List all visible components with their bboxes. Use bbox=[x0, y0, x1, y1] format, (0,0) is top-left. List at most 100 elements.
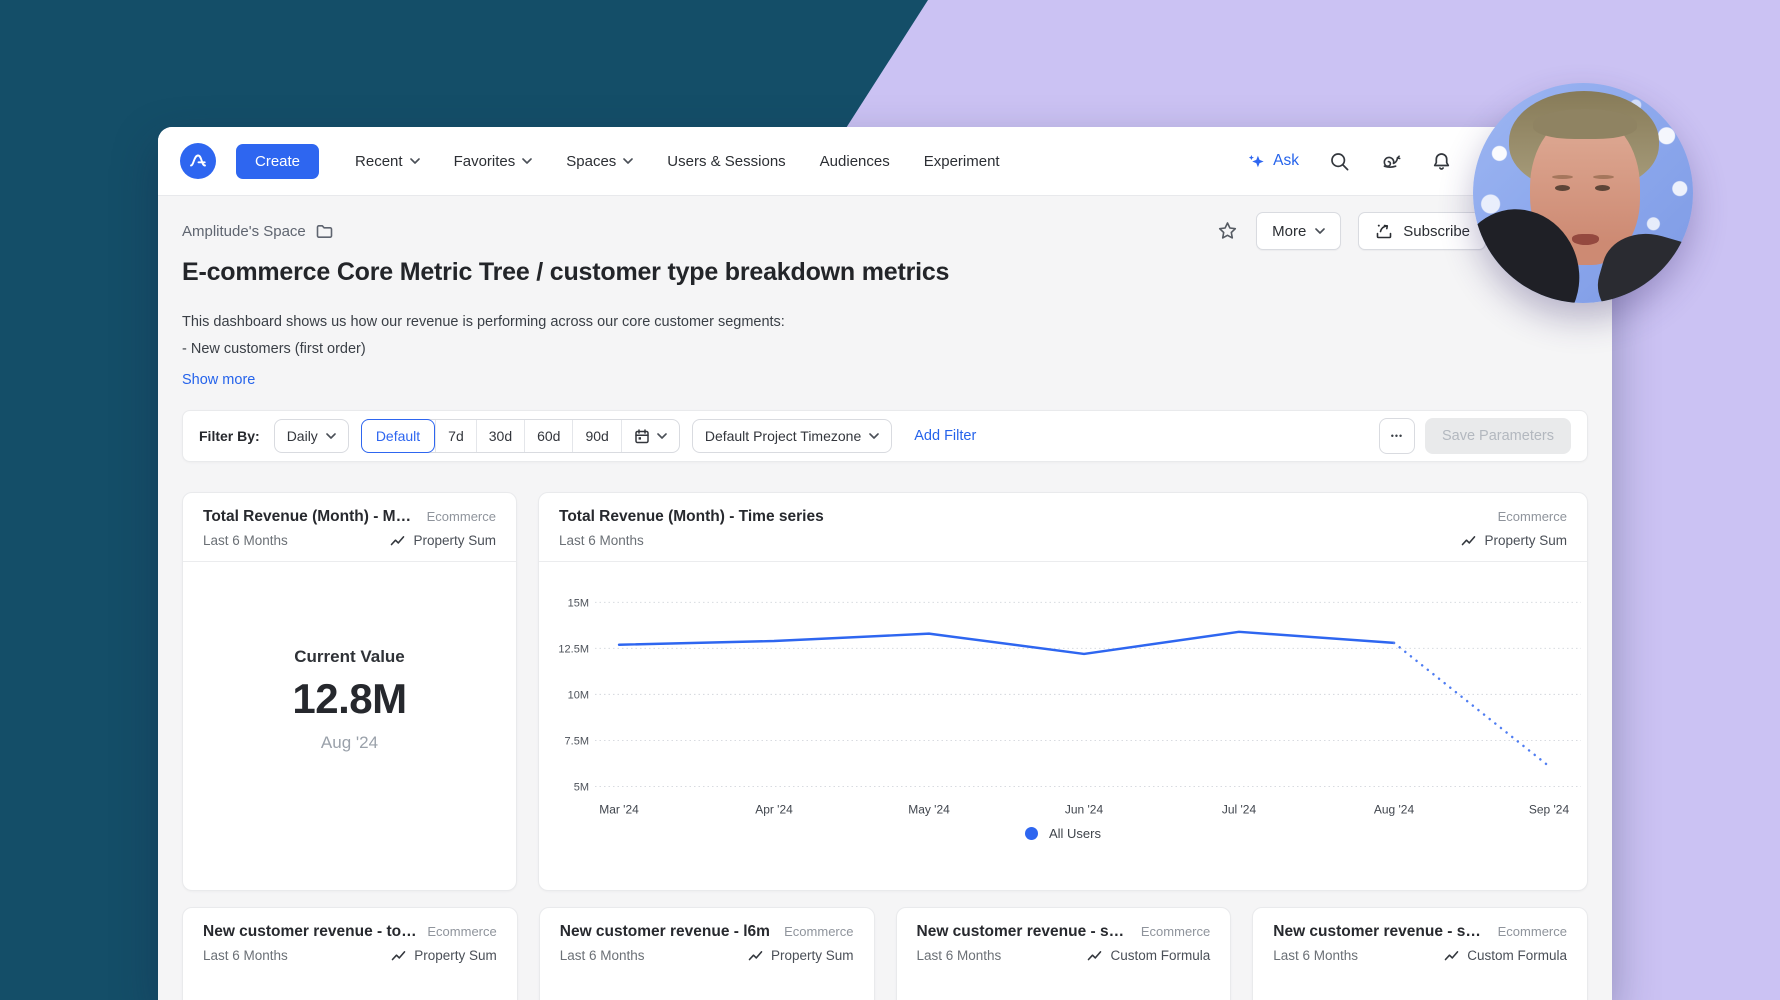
mini-card-project-badge: Ecommerce bbox=[427, 924, 496, 939]
page-title: E-commerce Core Metric Tree / customer t… bbox=[182, 258, 1588, 287]
mini-card-title[interactable]: New customer revenue - share ... bbox=[1273, 923, 1487, 941]
svg-text:Mar '24: Mar '24 bbox=[599, 802, 639, 816]
timeseries-card-measure: Property Sum bbox=[1461, 533, 1567, 548]
custom-date-range-button[interactable] bbox=[621, 420, 679, 452]
ask-ai-button[interactable]: Ask bbox=[1247, 152, 1299, 171]
page-actions: More Subscribe bbox=[1216, 212, 1486, 250]
timeseries-card-header: Total Revenue (Month) - Time series Ecom… bbox=[539, 493, 1587, 562]
calendar-icon bbox=[634, 428, 650, 445]
mini-card-period: Last 6 Months bbox=[1273, 948, 1358, 963]
description-line-1: This dashboard shows us how our revenue … bbox=[182, 309, 1588, 336]
mini-card-measure: Property Sum bbox=[391, 948, 497, 963]
timeseries-chart-area[interactable]: 5M7.5M10M12.5M15MMar '24Apr '24May '24Ju… bbox=[539, 562, 1587, 890]
more-button[interactable]: More bbox=[1256, 212, 1341, 250]
avatar-eye bbox=[1555, 185, 1570, 191]
add-filter-link[interactable]: Add Filter bbox=[914, 428, 976, 444]
metric-card-title[interactable]: Total Revenue (Month) - Metric bbox=[203, 508, 417, 526]
metric-card-body: Current Value 12.8M Aug '24 bbox=[183, 536, 516, 864]
nav-item-recent-label: Recent bbox=[355, 153, 403, 170]
mini-card-period: Last 6 Months bbox=[203, 948, 288, 963]
range-option-60d[interactable]: 60d bbox=[524, 420, 572, 452]
chevron-down-icon bbox=[522, 158, 532, 164]
top-nav: Create Recent Favorites Spaces Users & S… bbox=[158, 127, 1612, 196]
granularity-dropdown[interactable]: Daily bbox=[274, 419, 349, 453]
svg-text:7.5M: 7.5M bbox=[565, 735, 589, 747]
mini-card-header: New customer revenue - share ... Ecommer… bbox=[897, 908, 1231, 976]
breadcrumb[interactable]: Amplitude's Space bbox=[182, 223, 334, 240]
nav-links: Recent Favorites Spaces Users & Sessions… bbox=[355, 153, 1000, 170]
search-icon[interactable] bbox=[1329, 151, 1350, 172]
subscribe-button[interactable]: Subscribe bbox=[1358, 212, 1486, 250]
nav-item-spaces[interactable]: Spaces bbox=[566, 153, 633, 170]
description-line-2: - New customers (first order) bbox=[182, 336, 1588, 363]
avatar-fringe bbox=[1533, 109, 1637, 139]
mini-card-measure-label: Property Sum bbox=[771, 948, 854, 963]
app-window: Create Recent Favorites Spaces Users & S… bbox=[158, 127, 1612, 1000]
range-option-7d[interactable]: 7d bbox=[435, 420, 476, 452]
filter-by-label: Filter By: bbox=[199, 428, 260, 444]
dashboard-row-2: New customer revenue - total - ... Ecomm… bbox=[182, 907, 1588, 1000]
svg-text:10M: 10M bbox=[568, 689, 589, 701]
nav-item-recent[interactable]: Recent bbox=[355, 153, 420, 170]
chart-legend[interactable]: All Users bbox=[539, 826, 1587, 841]
user-avatar[interactable] bbox=[1473, 83, 1693, 303]
current-value: 12.8M bbox=[292, 675, 406, 723]
filter-overflow-button[interactable]: ••• bbox=[1379, 418, 1415, 454]
svg-text:Jul '24: Jul '24 bbox=[1222, 802, 1256, 816]
chevron-down-icon bbox=[623, 158, 633, 164]
trend-line-icon bbox=[748, 949, 764, 962]
range-option-90d[interactable]: 90d bbox=[572, 420, 620, 452]
timeseries-card-title[interactable]: Total Revenue (Month) - Time series bbox=[559, 508, 824, 526]
timeseries-card-project-badge: Ecommerce bbox=[1498, 509, 1567, 524]
create-button[interactable]: Create bbox=[236, 144, 319, 179]
nav-item-audiences-label: Audiences bbox=[820, 153, 890, 170]
range-option-default[interactable]: Default bbox=[361, 419, 435, 453]
save-parameters-button[interactable]: Save Parameters bbox=[1425, 418, 1571, 454]
mini-card-header: New customer revenue - share ... Ecommer… bbox=[1253, 908, 1587, 976]
nav-item-audiences[interactable]: Audiences bbox=[820, 153, 890, 170]
subscribe-icon bbox=[1374, 221, 1394, 241]
svg-text:Apr '24: Apr '24 bbox=[755, 802, 793, 816]
range-option-30d[interactable]: 30d bbox=[476, 420, 524, 452]
notifications-bell-icon[interactable] bbox=[1431, 151, 1452, 172]
chevron-down-icon bbox=[657, 433, 667, 439]
nav-item-favorites[interactable]: Favorites bbox=[454, 153, 533, 170]
nav-item-favorites-label: Favorites bbox=[454, 153, 516, 170]
favorite-star-icon[interactable] bbox=[1216, 220, 1239, 242]
nav-item-experiment-label: Experiment bbox=[924, 153, 1000, 170]
timeseries-card: Total Revenue (Month) - Time series Ecom… bbox=[538, 492, 1588, 891]
nav-item-users-sessions-label: Users & Sessions bbox=[667, 153, 785, 170]
show-more-link[interactable]: Show more bbox=[182, 372, 255, 388]
svg-text:Sep '24: Sep '24 bbox=[1529, 802, 1569, 816]
mini-card-new-customer-l6m: New customer revenue - l6m Ecommerce Las… bbox=[539, 907, 875, 1000]
mini-card-project-badge: Ecommerce bbox=[1141, 924, 1210, 939]
breadcrumb-row: Amplitude's Space More bbox=[182, 212, 1588, 250]
mini-card-title[interactable]: New customer revenue - share ... bbox=[917, 923, 1131, 941]
avatar-eye bbox=[1595, 185, 1610, 191]
amplitude-logo[interactable] bbox=[180, 143, 216, 179]
snail-icon[interactable] bbox=[1380, 151, 1401, 172]
mini-card-header: New customer revenue - total - ... Ecomm… bbox=[183, 908, 517, 976]
nav-right-actions: Ask bbox=[1247, 151, 1452, 172]
mini-card-period: Last 6 Months bbox=[560, 948, 645, 963]
metric-card: Total Revenue (Month) - Metric Ecommerce… bbox=[182, 492, 517, 891]
trend-line-icon bbox=[1444, 949, 1460, 962]
timeseries-card-measure-label: Property Sum bbox=[1484, 533, 1567, 548]
current-value-period: Aug '24 bbox=[321, 733, 378, 753]
breadcrumb-label: Amplitude's Space bbox=[182, 223, 306, 240]
avatar-brow bbox=[1593, 175, 1614, 179]
mini-card-measure: Custom Formula bbox=[1444, 948, 1567, 963]
mini-card-title[interactable]: New customer revenue - l6m bbox=[560, 923, 770, 941]
nav-item-experiment[interactable]: Experiment bbox=[924, 153, 1000, 170]
mini-card-project-badge: Ecommerce bbox=[784, 924, 853, 939]
nav-item-users-sessions[interactable]: Users & Sessions bbox=[667, 153, 785, 170]
timezone-dropdown[interactable]: Default Project Timezone bbox=[692, 419, 892, 453]
mini-card-title[interactable]: New customer revenue - total - ... bbox=[203, 923, 417, 941]
metric-card-project-badge: Ecommerce bbox=[427, 509, 496, 524]
dashboard-row-1: Total Revenue (Month) - Metric Ecommerce… bbox=[182, 492, 1588, 891]
timeseries-card-period: Last 6 Months bbox=[559, 533, 644, 548]
amplitude-logo-icon bbox=[187, 150, 209, 172]
svg-text:15M: 15M bbox=[568, 597, 589, 609]
mini-card-measure-label: Property Sum bbox=[414, 948, 497, 963]
legend-dot bbox=[1025, 827, 1038, 840]
